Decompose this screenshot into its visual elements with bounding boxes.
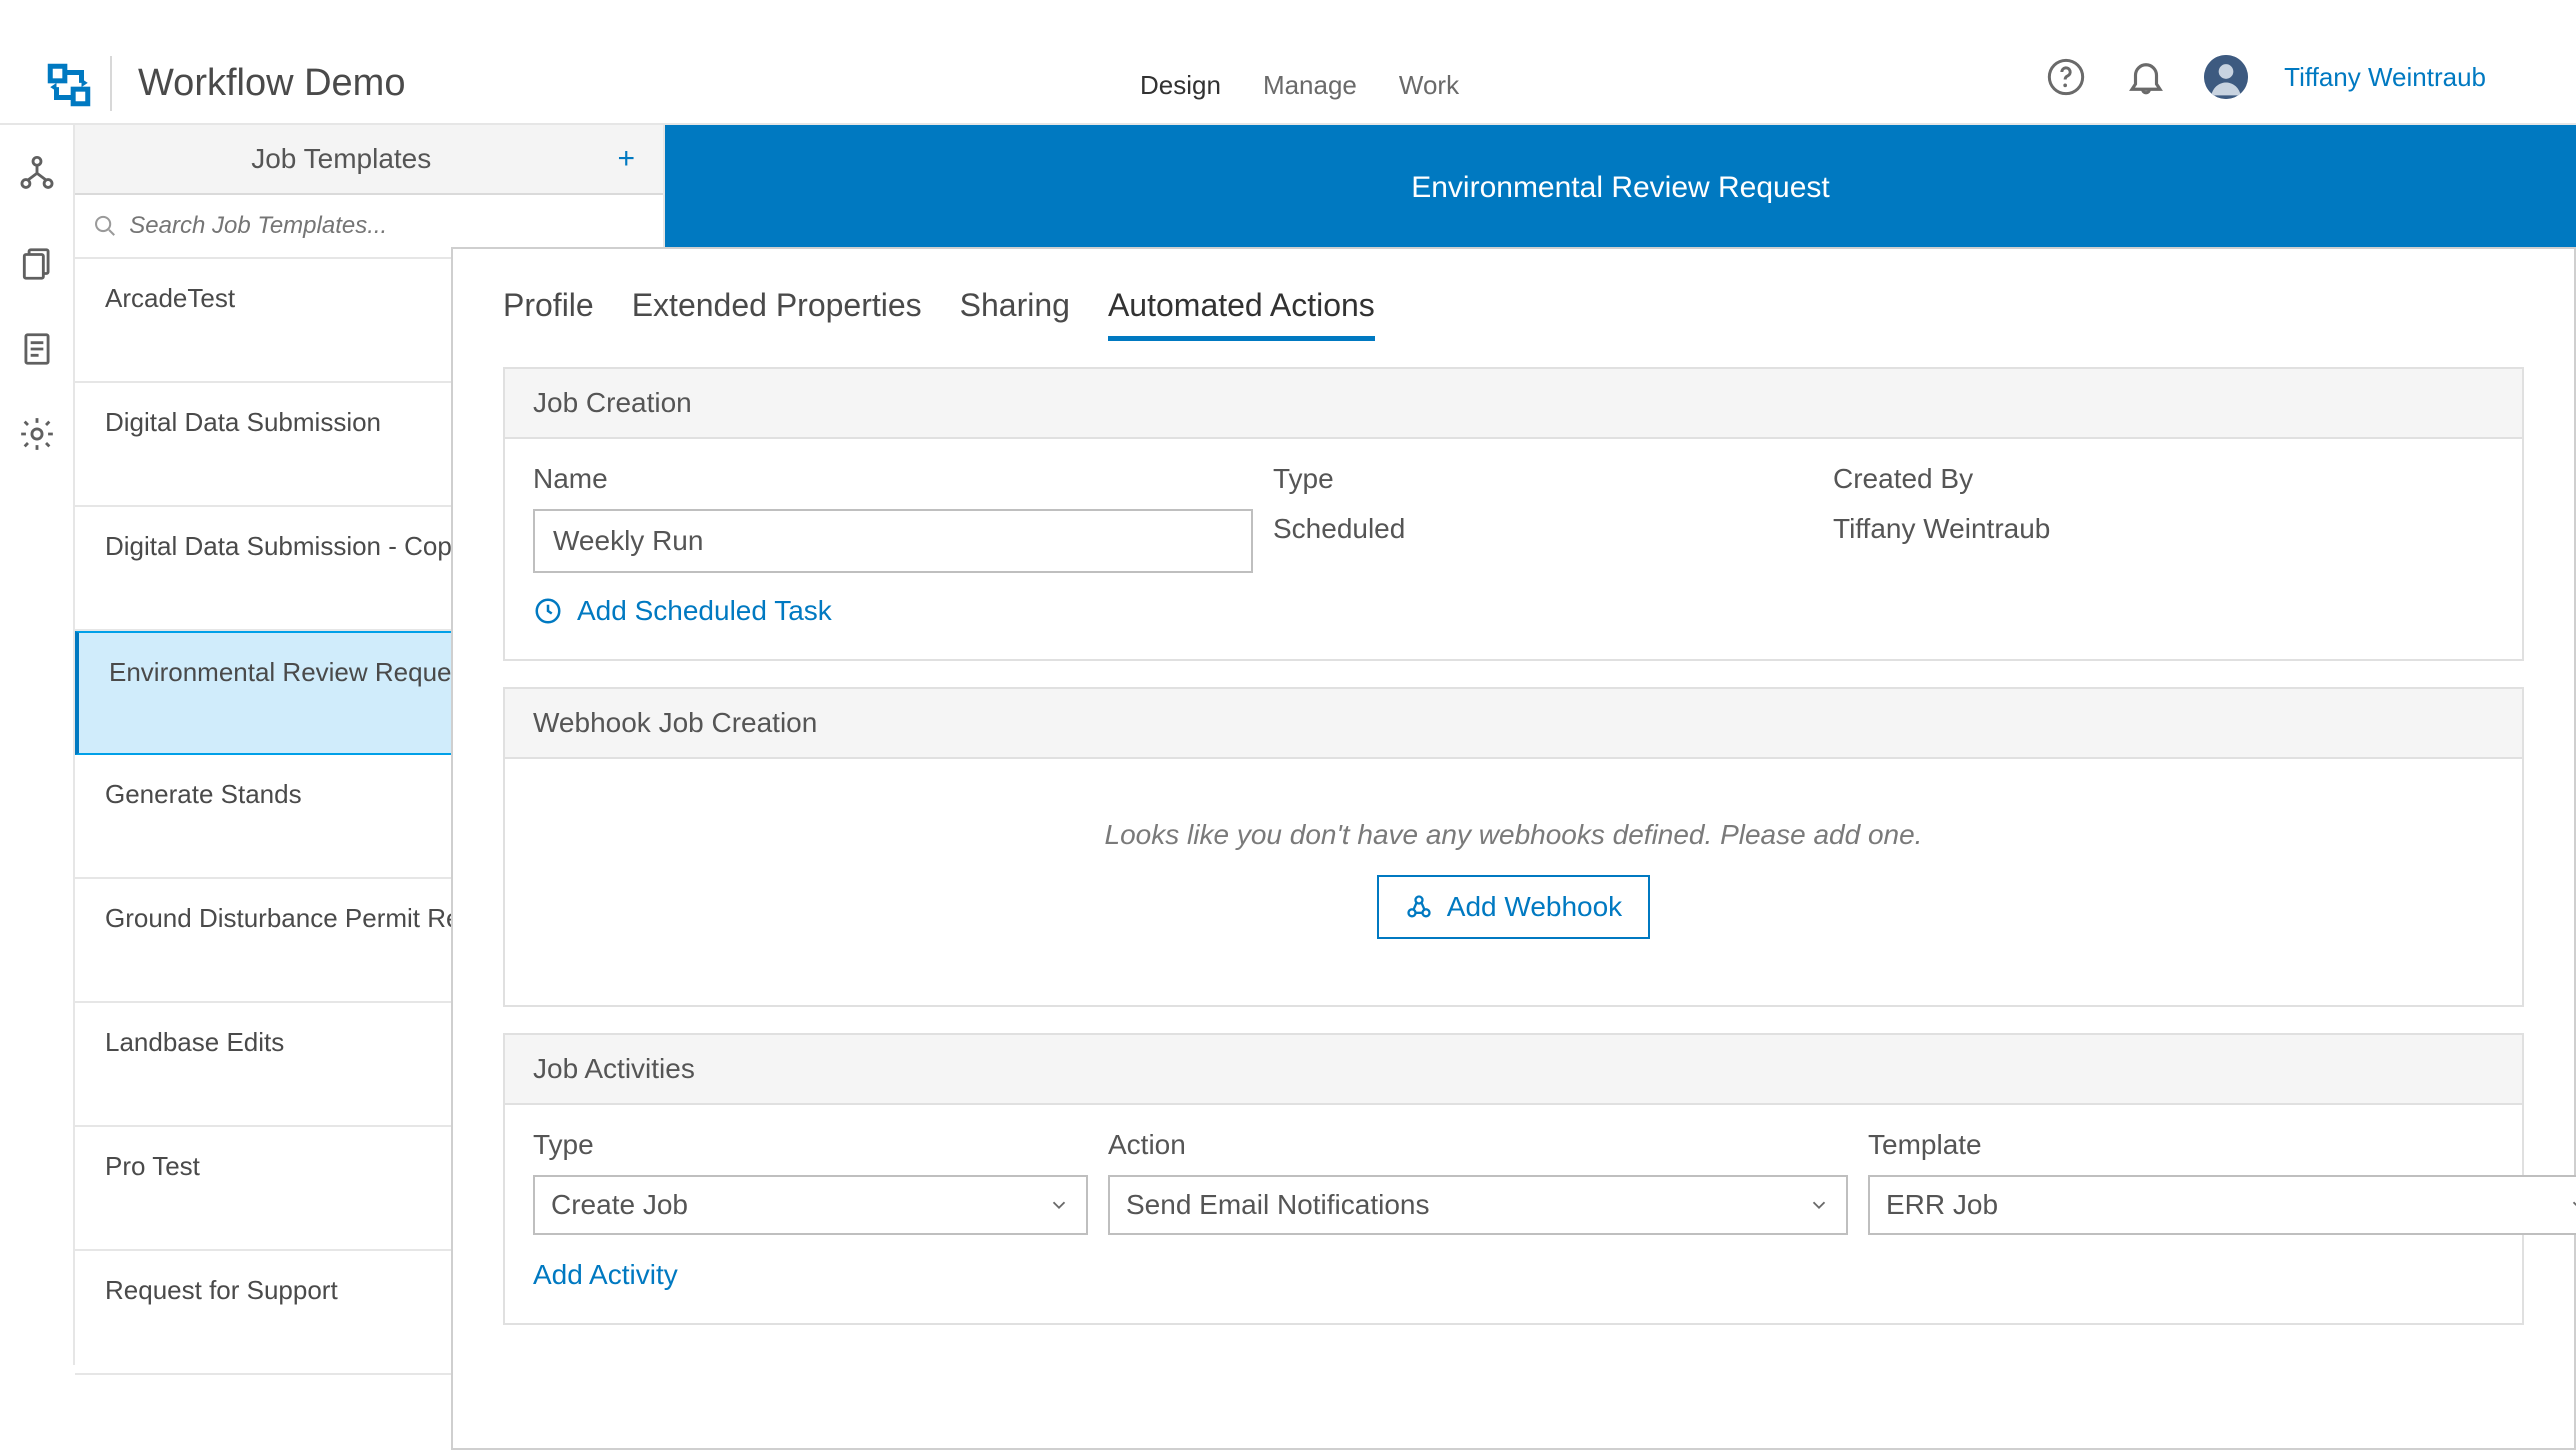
tab-profile[interactable]: Profile [503,287,594,341]
template-item-label: Digital Data Submission - Copy [105,531,465,561]
schedule-name-input[interactable] [533,509,1253,573]
settings-icon[interactable] [18,415,56,453]
job-creation-card: Job Creation Name Type Scheduled Created… [503,367,2524,661]
webhook-card: Webhook Job Creation Looks like you don'… [503,687,2524,1007]
activity-template-select[interactable]: ERR Job [1868,1175,2576,1235]
activity-template-label: Template [1868,1129,2576,1161]
form-icon[interactable] [18,330,56,368]
add-webhook-label: Add Webhook [1447,891,1622,923]
left-rail [0,125,75,1365]
search-icon [93,213,117,239]
activity-type-select[interactable]: Create Job [533,1175,1088,1235]
activity-type-value: Create Job [551,1189,688,1221]
add-webhook-button[interactable]: Add Webhook [1377,875,1650,939]
template-item-label: ArcadeTest [105,283,235,313]
workflow-logo-icon [44,60,94,110]
templates-header: Job Templates + [75,125,663,195]
activity-action-label: Action [1108,1129,1848,1161]
diagram-icon[interactable] [18,155,56,193]
help-icon[interactable] [2044,55,2088,99]
webhook-title: Webhook Job Creation [505,689,2522,759]
template-item-label: Request for Support [105,1275,338,1305]
activity-action-value: Send Email Notifications [1126,1189,1429,1221]
templates-title: Job Templates [75,143,607,175]
add-activity-link[interactable]: Add Activity [533,1259,678,1291]
chevron-down-icon [1048,1194,1070,1216]
templates-icon[interactable] [18,245,56,283]
webhook-empty-message: Looks like you don't have any webhooks d… [533,783,2494,875]
add-scheduled-task-link[interactable]: Add Scheduled Task [533,595,2494,627]
activity-type-label: Type [533,1129,1088,1161]
nav-tab-design[interactable]: Design [1140,70,1221,131]
nav-tab-work[interactable]: Work [1399,70,1459,131]
app-title: Workflow Demo [138,62,405,105]
createdby-label: Created By [1833,463,2393,495]
templates-search-input[interactable] [129,212,645,240]
tab-automated-actions[interactable]: Automated Actions [1108,287,1375,341]
clock-icon [533,596,563,626]
details-panel: Profile Extended Properties Sharing Auto… [451,247,2576,1450]
tab-sharing[interactable]: Sharing [960,287,1070,341]
page-banner-title: Environmental Review Request [1411,171,1830,205]
activity-template-value: ERR Job [1886,1189,1998,1221]
notifications-icon[interactable] [2124,55,2168,99]
tab-extended[interactable]: Extended Properties [632,287,922,341]
template-item-label: Generate Stands [105,779,302,809]
user-name[interactable]: Tiffany Weintraub [2284,62,2486,93]
panel-tabs: Profile Extended Properties Sharing Auto… [453,249,2574,341]
divider [110,56,112,111]
user-avatar[interactable] [2204,55,2248,99]
job-activities-title: Job Activities [505,1035,2522,1105]
top-bar: Workflow Demo Design Manage Work Tiffany… [0,0,2576,125]
type-value: Scheduled [1273,513,1833,545]
createdby-value: Tiffany Weintraub [1833,513,2393,545]
add-scheduled-task-label: Add Scheduled Task [577,595,832,627]
name-label: Name [533,463,1273,495]
template-item-label: Pro Test [105,1151,200,1181]
nav-tab-manage[interactable]: Manage [1263,70,1357,131]
add-template-button[interactable]: + [607,142,645,176]
top-nav: Design Manage Work [1140,70,1459,131]
topbar-right: Tiffany Weintraub [2044,55,2486,99]
activity-action-select[interactable]: Send Email Notifications [1108,1175,1848,1235]
page-banner: Environmental Review Request [665,125,2576,251]
type-label: Type [1273,463,1833,495]
webhook-icon [1405,893,1433,921]
template-item-label: Environmental Review Request [109,657,472,687]
template-item-label: Digital Data Submission [105,407,381,437]
job-creation-title: Job Creation [505,369,2522,439]
chevron-down-icon [2568,1194,2576,1216]
chevron-down-icon [1808,1194,1830,1216]
template-item-label: Landbase Edits [105,1027,284,1057]
job-activities-card: Job Activities Type Create Job Action Se… [503,1033,2524,1325]
